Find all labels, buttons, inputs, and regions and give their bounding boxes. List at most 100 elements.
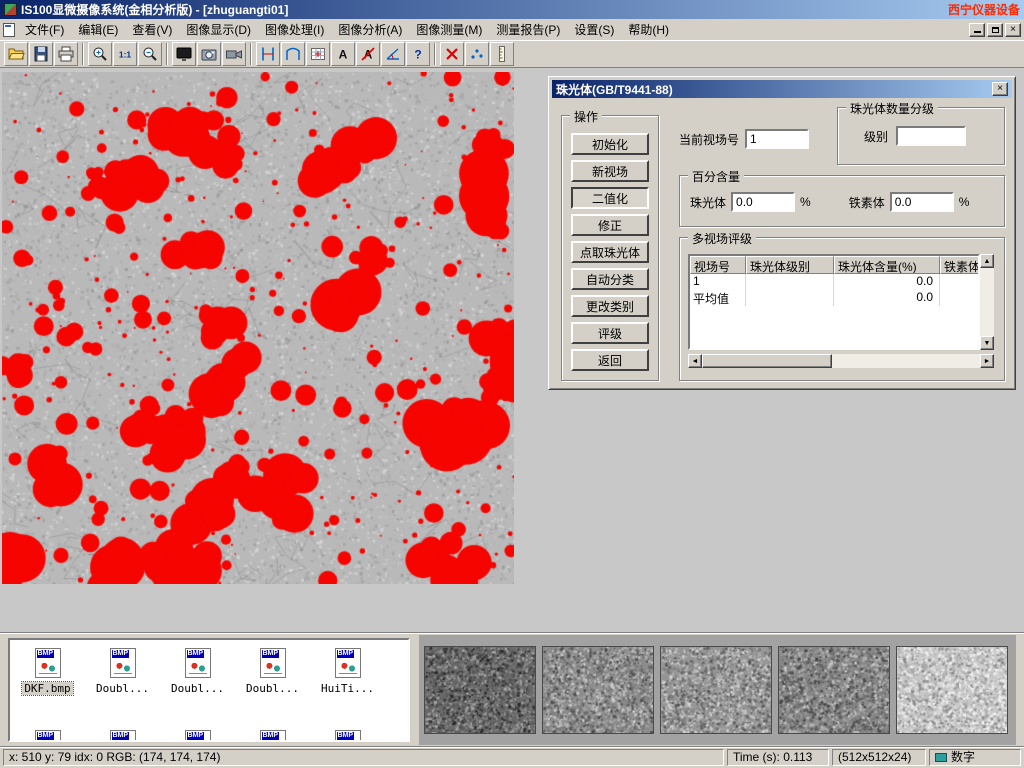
close-measure-button[interactable] [440,42,464,66]
measure-gate-button[interactable] [281,42,305,66]
op-button-change-class[interactable]: 更改类别 [571,295,649,317]
pearlite-percent-input[interactable] [731,192,795,212]
file-item[interactable]: BMPDoubl... [235,648,310,695]
open-button[interactable] [4,42,28,66]
ferrite-percent-input[interactable] [890,192,954,212]
menu-item[interactable]: 图像分析(A) [331,19,409,40]
toolbar-separator [434,43,436,65]
micrograph-image[interactable] [2,72,514,584]
help-button[interactable]: ? [406,42,430,66]
zoom-out-button[interactable] [138,42,162,66]
file-item[interactable]: BMPDoubl... [160,648,235,695]
text-delete-button[interactable]: A [356,42,380,66]
file-item[interactable]: BMP [235,730,310,742]
save-button[interactable] [29,42,53,66]
caliper-button[interactable] [256,42,280,66]
op-button-pick-pearlite[interactable]: 点取珠光体 [571,241,649,263]
bmp-file-icon: BMP [335,648,361,678]
table-horizontal-scrollbar[interactable]: ◄ ► [688,354,994,368]
point-pick-icon [468,45,486,63]
menu-item[interactable]: 文件(F) [18,19,71,40]
vertical-scroll-track[interactable] [980,268,994,336]
menu-item[interactable]: 测量报告(P) [489,19,567,40]
display-mode-button[interactable] [172,42,196,66]
bmp-tag: BMP [337,650,355,658]
table-header-cell: 视场号 [690,256,746,274]
file-item[interactable]: BMPDKF.bmp [10,648,85,695]
file-item[interactable]: BMP [310,730,385,742]
video-camera-button[interactable] [222,42,246,66]
status-position: x: 510 y: 79 idx: 0 RGB: (174, 174, 174) [3,749,724,766]
zoom-in-button[interactable] [88,42,112,66]
table-vertical-scrollbar[interactable]: ▲ ▼ [980,254,994,350]
menu-item[interactable]: 图像测量(M) [409,19,489,40]
thumbnail-1[interactable] [424,646,536,734]
file-browser[interactable]: BMPDKF.bmpBMPDoubl...BMPDoubl...BMPDoubl… [8,638,410,742]
capture-button[interactable] [197,42,221,66]
current-field-input[interactable] [745,129,809,149]
grid-measure-button[interactable] [306,42,330,66]
horizontal-scroll-thumb[interactable] [702,354,832,368]
file-item[interactable]: BMP [160,730,235,742]
bmp-file-icon: BMP [260,648,286,678]
bmp-file-icon: BMP [110,730,136,742]
toolbar-separator [82,43,84,65]
thumbnail-3[interactable] [660,646,772,734]
file-item[interactable]: BMP [10,730,85,742]
horizontal-scroll-track[interactable] [702,354,980,368]
table-row[interactable]: 平均值0.0 [690,290,978,306]
file-item[interactable]: BMP [85,730,160,742]
status-image-size: (512x512x24) [832,749,926,766]
angle-measure-button[interactable] [381,42,405,66]
bmp-file-icon: BMP [335,730,361,742]
point-pick-button[interactable] [465,42,489,66]
text-annotation-button[interactable]: A [331,42,355,66]
mdi-minimize-button[interactable] [969,23,985,37]
file-item[interactable]: BMPHuiTi... [310,648,385,695]
op-button-return[interactable]: 返回 [571,349,649,371]
mdi-controls: × [969,23,1021,37]
grade-input[interactable] [896,126,966,146]
thumbnail-4[interactable] [778,646,890,734]
mdi-restore-button[interactable] [987,23,1003,37]
print-button[interactable] [54,42,78,66]
bmp-tag: BMP [37,650,55,658]
bmp-art [39,661,57,674]
scroll-up-icon[interactable]: ▲ [980,254,994,268]
op-button-new-field[interactable]: 新视场 [571,160,649,182]
dialog-close-button[interactable]: × [992,82,1008,96]
scroll-right-icon[interactable]: ► [980,354,994,368]
dialog-title-bar[interactable]: 珠光体(GB/T9441-88) × [552,80,1012,98]
op-button-auto-classify[interactable]: 自动分类 [571,268,649,290]
bmp-tag: BMP [112,732,130,740]
menu-item[interactable]: 编辑(E) [71,19,125,40]
ruler-button[interactable] [490,42,514,66]
scroll-down-icon[interactable]: ▼ [980,336,994,350]
op-button-grade[interactable]: 评级 [571,322,649,344]
mdi-close-button[interactable]: × [1005,23,1021,37]
menu-item[interactable]: 查看(V) [125,19,179,40]
menu-item[interactable]: 图像处理(I) [258,19,331,40]
menu-item[interactable]: 设置(S) [567,19,621,40]
toolbar: 1:1 AA? [0,40,1024,68]
bmp-file-icon: BMP [260,730,286,742]
op-button-init[interactable]: 初始化 [571,133,649,155]
grade-table: 视场号珠光体级别珠光体含量(%)铁素体含量(%) 10.0平均值0.0 [688,254,980,350]
scroll-left-icon[interactable]: ◄ [688,354,702,368]
bmp-art [339,661,357,674]
op-button-binarize[interactable]: 二值化 [571,187,649,209]
thumbnail-2[interactable] [542,646,654,734]
menu-item[interactable]: 帮助(H) [621,19,676,40]
menu-item[interactable]: 图像显示(D) [179,19,258,40]
op-button-correct[interactable]: 修正 [571,214,649,236]
bmp-file-icon: BMP [185,730,211,742]
bmp-tag: BMP [112,650,130,658]
status-bar: x: 510 y: 79 idx: 0 RGB: (174, 174, 174)… [0,746,1024,768]
operation-group-label: 操作 [570,108,602,125]
svg-text:?: ? [414,48,421,62]
zoom-actual-button[interactable]: 1:1 [113,42,137,66]
text-annotation-icon: A [334,45,352,63]
thumbnail-5[interactable] [896,646,1008,734]
table-row[interactable]: 10.0 [690,274,978,290]
file-item[interactable]: BMPDoubl... [85,648,160,695]
